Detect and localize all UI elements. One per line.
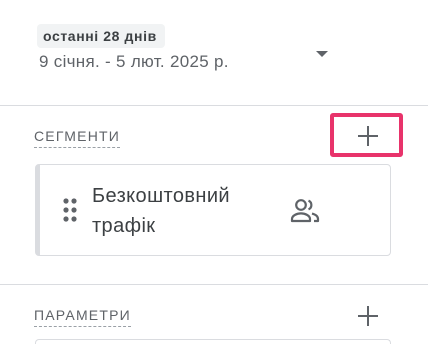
add-parameter-button[interactable] (354, 302, 382, 330)
people-icon (290, 198, 322, 224)
section-divider (0, 105, 428, 106)
parameters-section-title: ПАРАМЕТРИ (34, 307, 131, 327)
segments-section-title: СЕГМЕНТИ (34, 128, 121, 148)
arrow-drop-down-icon[interactable] (315, 45, 329, 57)
variables-panel: останні 28 днів 9 січня. - 5 лют. 2025 р… (0, 0, 428, 344)
date-preset-chip: останні 28 днів (37, 24, 165, 48)
segment-item[interactable]: Безкоштовний трафік (35, 164, 391, 256)
plus-icon (354, 302, 382, 330)
date-range-selector[interactable]: останні 28 днів 9 січня. - 5 лют. 2025 р… (0, 0, 428, 105)
segment-label: Безкоштовний трафік (92, 185, 230, 237)
parameter-item[interactable] (35, 339, 391, 344)
section-divider (0, 284, 428, 285)
plus-icon (354, 122, 382, 150)
add-segment-button[interactable] (354, 122, 382, 150)
date-range-text: 9 січня. - 5 лют. 2025 р. (39, 52, 229, 71)
drag-handle-icon[interactable] (63, 198, 77, 222)
